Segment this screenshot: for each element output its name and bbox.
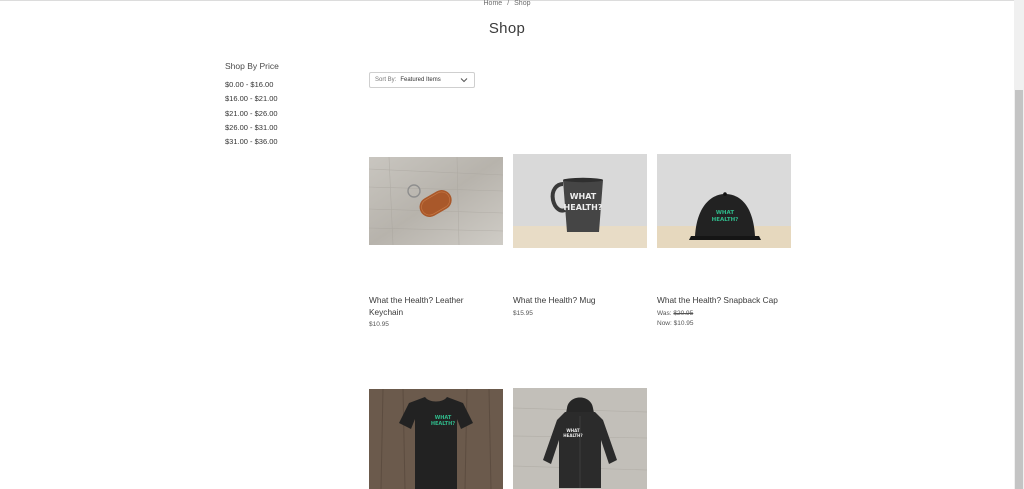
cap-print-line2: HEALTH? [712, 217, 739, 223]
product-image-mug[interactable]: WHAT HEALTH? [513, 154, 647, 248]
price-filter-link[interactable]: $26.00 - $31.00 [225, 121, 345, 135]
product-name-line: What the Health? Leather [369, 295, 464, 305]
sort-by-value: Featured Items [400, 77, 441, 83]
hoodie-photo: WHAT HEALTH? [513, 388, 647, 489]
price-filter-link[interactable]: $16.00 - $21.00 [225, 92, 345, 106]
now-label: Now: [657, 320, 672, 327]
cap-print-line1: WHAT [716, 210, 734, 216]
product-image-keychain[interactable] [369, 157, 503, 245]
keychain-photo [369, 157, 503, 245]
page-title: Shop [488, 20, 526, 37]
price-filter-sidebar: Shop By Price $0.00 - $16.00 $16.00 - $2… [225, 61, 345, 149]
product-image-hoodie[interactable]: WHAT HEALTH? [513, 388, 647, 489]
page-scrollbar[interactable] [1014, 0, 1024, 489]
tshirt-photo: WHAT HEALTH? [369, 389, 503, 489]
tshirt-print-line2: HEALTH? [431, 421, 455, 427]
sort-by-select[interactable]: Sort By: Featured Items [369, 72, 475, 88]
product-name-keychain[interactable]: What the Health? Leather Keychain [369, 294, 503, 318]
mug-print-line1: WHAT [570, 192, 597, 201]
sidebar-heading: Shop By Price [225, 61, 279, 71]
breadcrumb: Home / Shop [0, 0, 1014, 8]
product-name-mug[interactable]: What the Health? Mug [513, 294, 647, 306]
price-filter-link[interactable]: $0.00 - $16.00 [225, 78, 345, 92]
was-label: Was: [657, 310, 672, 317]
now-price-value: $10.95 [673, 320, 694, 327]
cap-photo: WHAT HEALTH? [657, 154, 791, 248]
breadcrumb-home-link[interactable]: Home [484, 0, 503, 7]
product-image-tshirt[interactable]: WHAT HEALTH? [369, 389, 503, 489]
breadcrumb-current: Shop [514, 0, 531, 7]
price-filter-link[interactable]: $31.00 - $36.00 [225, 135, 345, 149]
product-price: $10.95 [369, 321, 389, 328]
price-filter-link[interactable]: $21.00 - $26.00 [225, 107, 345, 121]
mug-print-line2: HEALTH? [564, 203, 603, 212]
sort-by-label: Sort By: [375, 77, 397, 83]
product-image-cap[interactable]: WHAT HEALTH? [657, 154, 791, 248]
product-name-line: Keychain [369, 307, 404, 317]
breadcrumb-separator: / [507, 0, 510, 7]
product-name-cap[interactable]: What the Health? Snapback Cap [657, 294, 791, 306]
product-now-price: Now: $10.95 [657, 318, 694, 329]
scrollbar-thumb[interactable] [1015, 90, 1023, 489]
hoodie-print-line2: HEALTH? [563, 433, 583, 438]
product-price: $15.95 [513, 310, 533, 317]
mug-photo: WHAT HEALTH? [513, 154, 647, 248]
was-price-value: $20.95 [673, 310, 694, 317]
chevron-down-icon [460, 78, 468, 83]
